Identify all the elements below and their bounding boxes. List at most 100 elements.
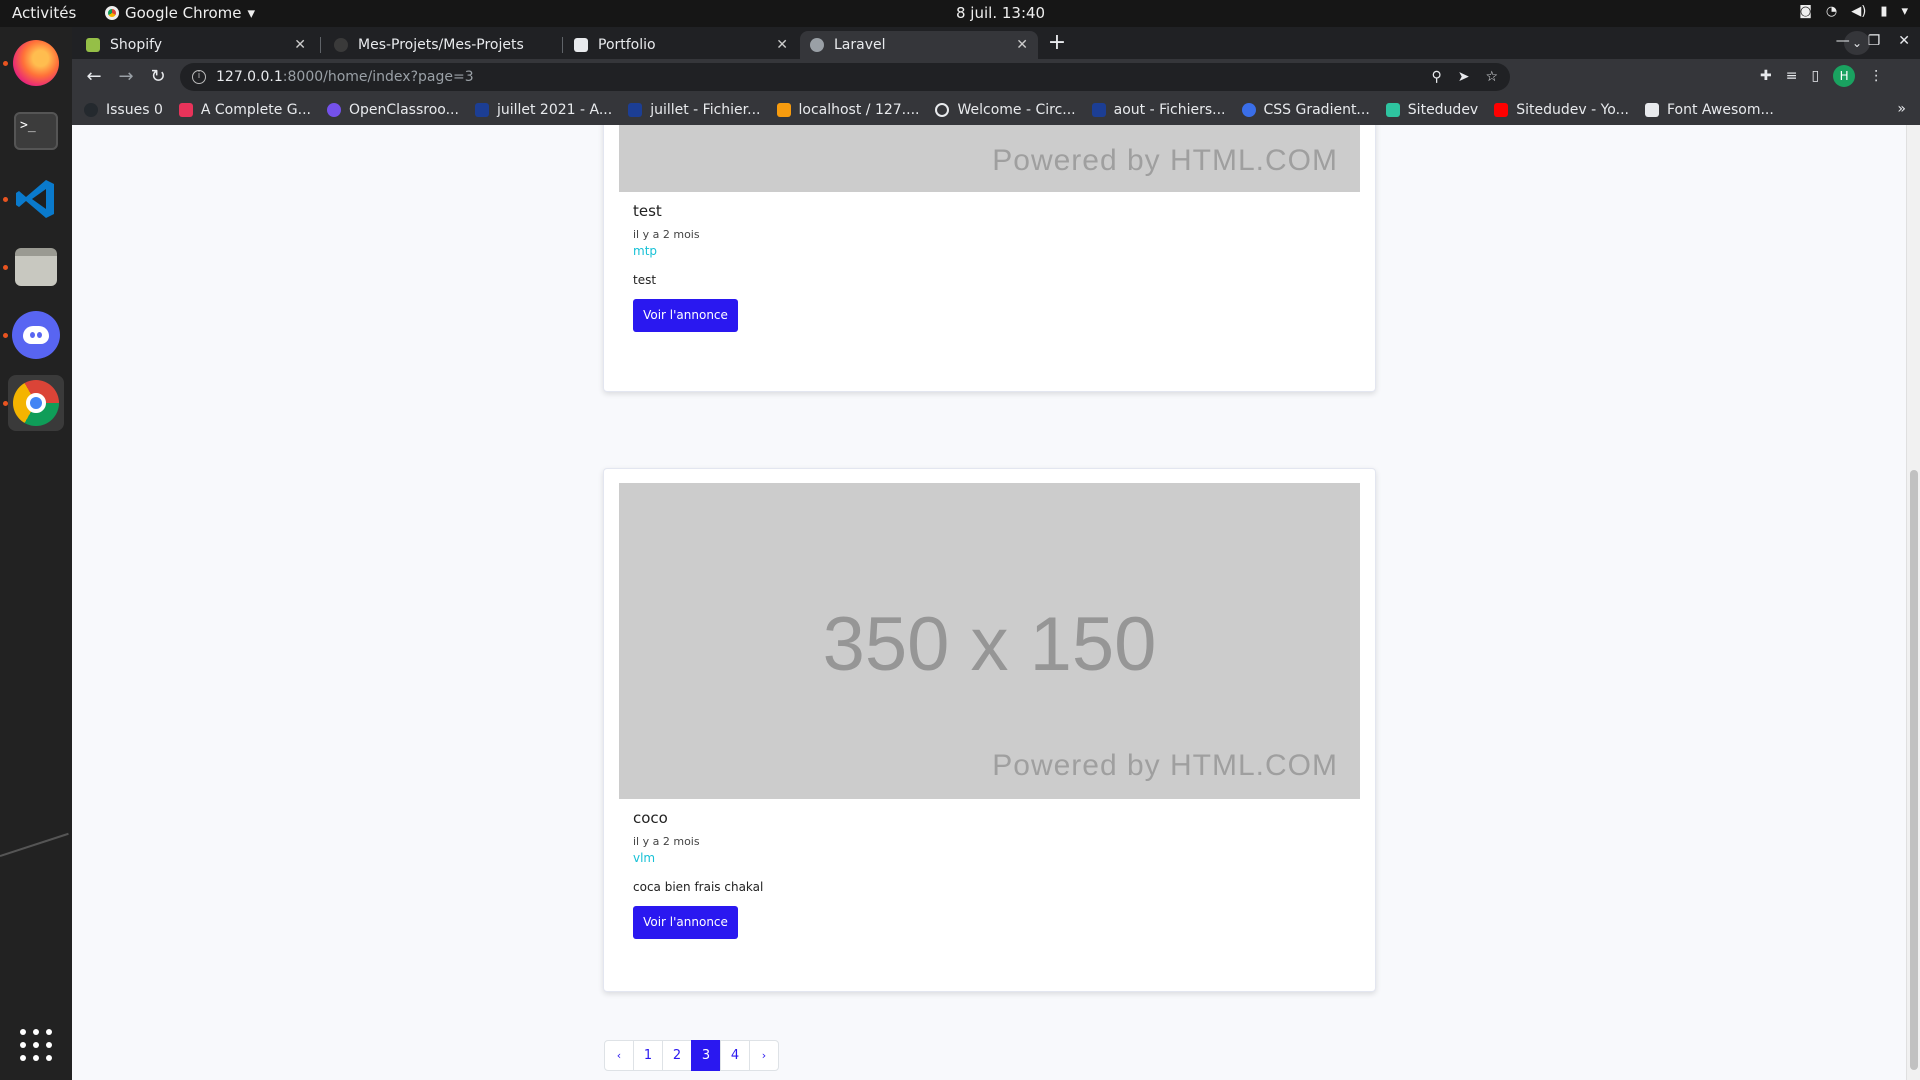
portfolio-icon	[574, 38, 588, 52]
wallpaper-line	[0, 832, 69, 857]
bookmark-item[interactable]: Sitedudev - Yo...	[1494, 102, 1629, 118]
discord-tray-icon[interactable]: ◙	[1799, 4, 1812, 19]
tab-laravel[interactable]: Laravel ✕	[800, 31, 1038, 59]
bookmark-favicon	[474, 103, 489, 117]
app-menu-label: Google Chrome	[125, 4, 242, 22]
site-info-icon[interactable]: i	[192, 70, 206, 84]
page-viewport: Powered by HTML.COM test il y a 2 mois m…	[72, 125, 1920, 1080]
bookmarks-bar: Issues 0 A Complete G... OpenClassroo...…	[72, 95, 1920, 125]
power-menu-icon[interactable]: ▾	[1901, 4, 1908, 19]
bookmark-item[interactable]: Issues 0	[84, 102, 163, 118]
tab-portfolio[interactable]: Portfolio ✕	[564, 31, 798, 59]
browser-toolbar: ← → ↻ i 127.0.0.1:8000/home/index?page=3…	[72, 59, 1920, 95]
system-tray[interactable]: ◙ ◔ ◀) ▮ ▾	[1799, 4, 1908, 19]
dock: >_	[0, 27, 72, 1080]
vscode-launcher[interactable]	[8, 171, 64, 227]
volume-icon[interactable]: ◀)	[1851, 4, 1866, 19]
files-launcher[interactable]	[8, 239, 64, 295]
back-button[interactable]: ←	[82, 65, 106, 89]
reload-button[interactable]: ↻	[146, 65, 170, 89]
shopify-icon	[86, 38, 100, 52]
firefox-launcher[interactable]	[8, 35, 64, 91]
send-icon[interactable]: ➤	[1458, 69, 1470, 85]
openclassrooms-icon	[327, 103, 342, 117]
pagination-next[interactable]: ›	[749, 1040, 779, 1071]
voir-annonce-button[interactable]: Voir l'annonce	[633, 299, 738, 332]
tab-title: Mes-Projets/Mes-Projets	[358, 37, 524, 53]
zoom-icon[interactable]: ⚲	[1431, 69, 1441, 85]
bookmark-item[interactable]: A Complete G...	[178, 102, 311, 118]
tab-github[interactable]: Mes-Projets/Mes-Projets	[324, 31, 560, 59]
restore-icon[interactable]: ❐	[1868, 33, 1881, 49]
activities-button[interactable]: Activités	[12, 4, 76, 22]
more-bookmarks-icon[interactable]: »	[1897, 101, 1906, 117]
annonce-city[interactable]: mtp	[633, 244, 657, 258]
minimize-icon[interactable]: —	[1836, 33, 1850, 49]
bookmark-item[interactable]: Welcome - Circ...	[935, 102, 1076, 118]
close-icon[interactable]: ✕	[1016, 37, 1028, 53]
github-icon	[334, 38, 348, 52]
pagination-prev[interactable]: ‹	[604, 1040, 634, 1071]
extensions-icon[interactable]: ✚	[1760, 68, 1772, 84]
page-scrollbar[interactable]	[1906, 125, 1920, 1080]
bookmark-item[interactable]: localhost / 127....	[776, 102, 919, 118]
window-controls: — ❐ ✕	[1836, 33, 1910, 49]
bookmark-item[interactable]: Sitedudev	[1385, 102, 1478, 118]
globe-icon	[810, 38, 824, 52]
address-bar[interactable]: i 127.0.0.1:8000/home/index?page=3 ⚲ ➤ ☆	[180, 63, 1510, 91]
close-window-icon[interactable]: ✕	[1898, 33, 1910, 49]
bookmark-item[interactable]: aout - Fichiers...	[1091, 102, 1226, 118]
bookmark-favicon	[1241, 103, 1256, 117]
voir-annonce-button[interactable]: Voir l'annonce	[633, 906, 738, 939]
annonce-card: 350 x 150 Powered by HTML.COM coco il y …	[603, 468, 1376, 992]
annonce-city[interactable]: vlm	[633, 851, 655, 865]
clock[interactable]: 8 juil. 13:40	[956, 4, 1045, 22]
discord-icon	[12, 311, 60, 359]
pagination-page[interactable]: 4	[720, 1040, 750, 1071]
tab-shopify[interactable]: Shopify ✕	[76, 31, 316, 59]
pagination-page[interactable]: 2	[662, 1040, 692, 1071]
chrome-window: Shopify ✕ Mes-Projets/Mes-Projets Portfo…	[72, 27, 1920, 1080]
bookmark-star-icon[interactable]: ☆	[1485, 69, 1498, 85]
caret-down-icon: ▾	[247, 4, 256, 22]
show-applications-button[interactable]	[20, 1029, 52, 1061]
side-panel-icon[interactable]: ▯	[1811, 68, 1819, 84]
discord-launcher[interactable]	[8, 307, 64, 363]
image-size-label: 350 x 150	[822, 602, 1157, 687]
close-icon[interactable]: ✕	[776, 37, 788, 53]
tab-separator	[320, 37, 321, 53]
bookmark-item[interactable]: CSS Gradient...	[1241, 102, 1370, 118]
chrome-launcher[interactable]	[8, 375, 64, 431]
image-watermark: Powered by HTML.COM	[992, 144, 1338, 177]
flag-icon	[1644, 103, 1659, 117]
menu-icon[interactable]: ⋮	[1869, 68, 1883, 84]
app-menu[interactable]: Google Chrome ▾	[105, 4, 255, 22]
battery-icon[interactable]: ▮	[1880, 4, 1887, 19]
bookmark-item[interactable]: juillet - Fichier...	[628, 102, 761, 118]
profile-avatar[interactable]: H	[1833, 65, 1856, 87]
annonce-description: test	[633, 273, 657, 287]
annonce-title: test	[633, 202, 662, 220]
bookmark-favicon	[628, 103, 643, 117]
bookmark-item[interactable]: OpenClassroo...	[327, 102, 459, 118]
wifi-icon[interactable]: ◔	[1826, 4, 1837, 19]
image-watermark: Powered by HTML.COM	[992, 749, 1338, 782]
pagination: ‹ 1 2 3 4 ›	[604, 1040, 779, 1071]
vscode-icon	[16, 180, 54, 218]
terminal-launcher[interactable]: >_	[8, 103, 64, 159]
bookmark-favicon	[1091, 103, 1106, 117]
scrollbar-thumb[interactable]	[1910, 470, 1918, 1070]
pagination-page[interactable]: 1	[633, 1040, 663, 1071]
bookmark-item[interactable]: Font Awesom...	[1644, 102, 1774, 118]
bookmark-item[interactable]: juillet 2021 - A...	[474, 102, 612, 118]
system-top-bar: Activités Google Chrome ▾ 8 juil. 13:40 …	[0, 0, 1920, 27]
new-tab-button[interactable]: +	[1043, 31, 1071, 57]
placeholder-image: Powered by HTML.COM	[619, 125, 1360, 192]
close-icon[interactable]: ✕	[294, 37, 306, 53]
pagination-page-active[interactable]: 3	[691, 1040, 721, 1071]
extensions-area: ✚ ≡ ▯ H ⋮	[1760, 65, 1883, 87]
forward-button[interactable]: →	[114, 65, 138, 89]
media-icon[interactable]: ≡	[1786, 68, 1798, 84]
files-icon	[15, 248, 57, 286]
terminal-icon: >_	[14, 112, 58, 150]
